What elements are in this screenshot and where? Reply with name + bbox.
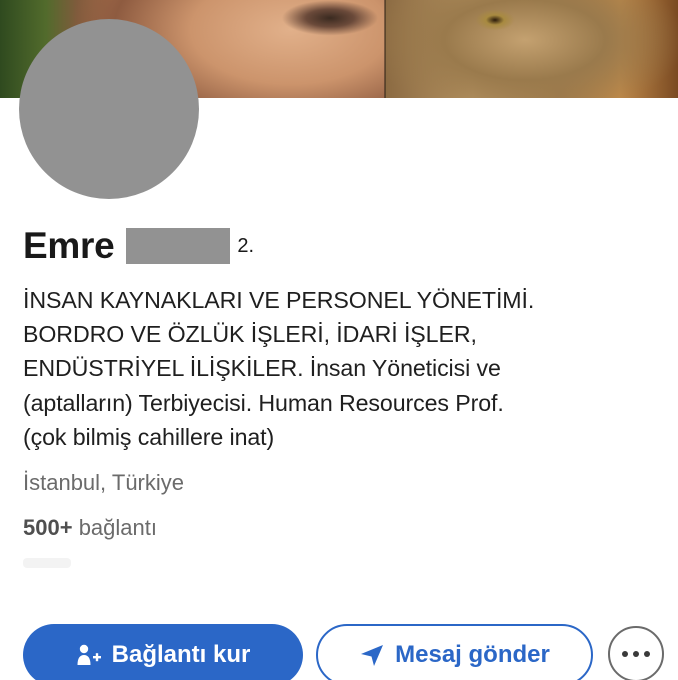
add-person-icon: [76, 643, 102, 667]
headline-line: İNSAN KAYNAKLARI VE PERSONEL YÖNETİMİ.: [23, 287, 535, 313]
profile-avatar-redacted[interactable]: [19, 19, 199, 199]
connections-label: bağlantı: [78, 515, 157, 540]
headline-line: (çok bilmiş cahillere inat): [23, 423, 275, 450]
cover-photo-lion: [385, 0, 678, 98]
redacted-surname: [126, 228, 231, 264]
profile-first-name: Emre: [23, 225, 115, 266]
faded-text-placeholder: [23, 558, 71, 568]
profile-location: İstanbul, Türkiye: [23, 470, 185, 495]
connections-count: 500+: [23, 515, 73, 540]
headline-line: BORDRO VE ÖZLÜK İŞLERİ, İDARİ İŞLER,: [23, 321, 477, 348]
connect-button[interactable]: Bağlantı kur: [23, 624, 303, 680]
profile-name-row: Emre 2.: [23, 222, 254, 268]
send-icon: [359, 643, 385, 667]
profile-headline: İNSAN KAYNAKLARI VE PERSONEL YÖNETİMİ. B…: [23, 283, 663, 454]
connect-button-label: Bağlantı kur: [111, 641, 251, 668]
headline-line: ENDÜSTRİYEL İLİŞKİLER. İnsan Yöneticisi …: [23, 355, 501, 382]
message-button-label: Mesaj gönder: [395, 641, 550, 668]
message-button[interactable]: Mesaj gönder: [316, 624, 593, 680]
more-horizontal-icon: [622, 651, 650, 657]
connection-degree: 2.: [237, 235, 255, 257]
headline-line: (aptalların) Terbiyecisi. Human Resource…: [23, 389, 504, 416]
connections-link[interactable]: 500+ bağlantı: [23, 515, 157, 541]
cover-photo-divider: [384, 0, 386, 98]
more-button[interactable]: [608, 626, 664, 680]
